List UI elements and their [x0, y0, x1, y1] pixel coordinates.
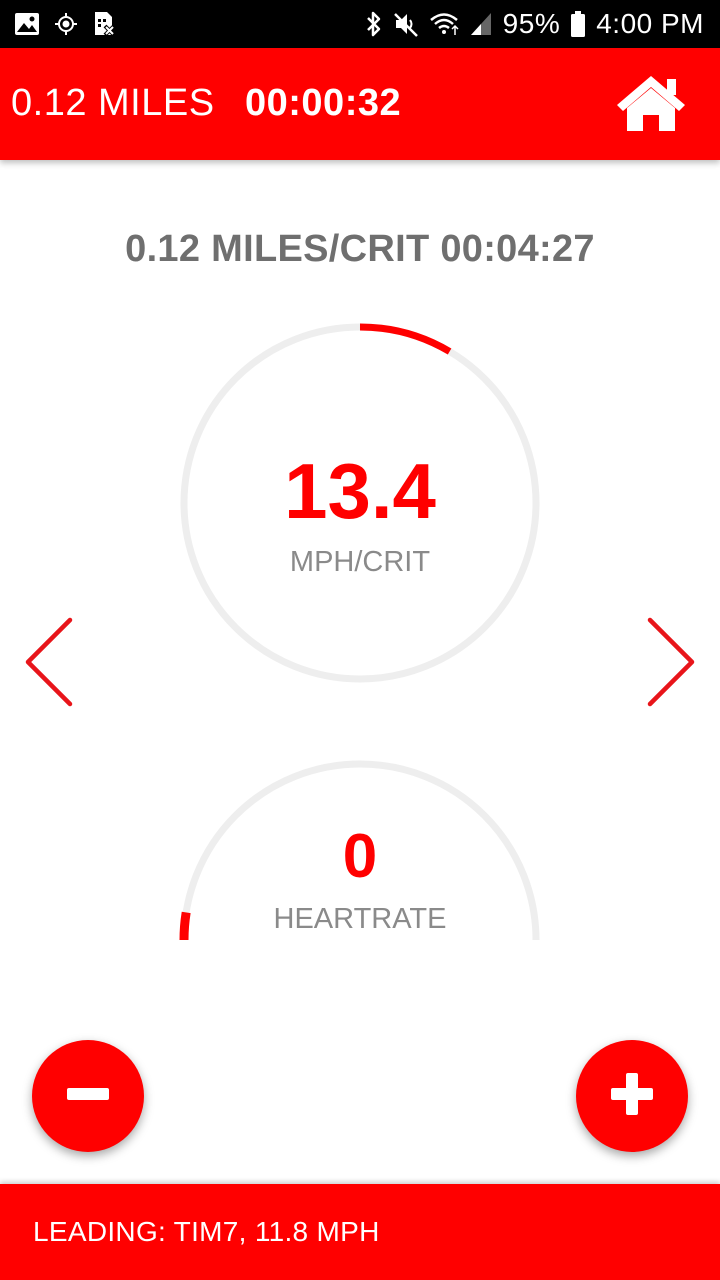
increase-button[interactable]: [576, 1040, 688, 1152]
plus-icon: [609, 1071, 655, 1122]
previous-button[interactable]: [18, 616, 78, 712]
speed-gauge-progress: [359, 323, 452, 355]
decrease-button[interactable]: [32, 1040, 144, 1152]
leading-text: LEADING: TIM7, 11.8 MPH: [33, 1216, 380, 1247]
leader-bar: LEADING: TIM7, 11.8 MPH: [0, 1184, 720, 1280]
heartrate-value: 0: [342, 822, 378, 891]
next-button[interactable]: [642, 616, 702, 712]
minus-icon: [65, 1071, 111, 1122]
chevron-right-icon: [644, 616, 700, 713]
speed-unit-label: MPH/CRIT: [289, 546, 431, 578]
speed-value: 13.4: [284, 447, 436, 535]
heartrate-unit-label: HEARTRATE: [273, 903, 447, 935]
chevron-left-icon: [20, 616, 76, 713]
